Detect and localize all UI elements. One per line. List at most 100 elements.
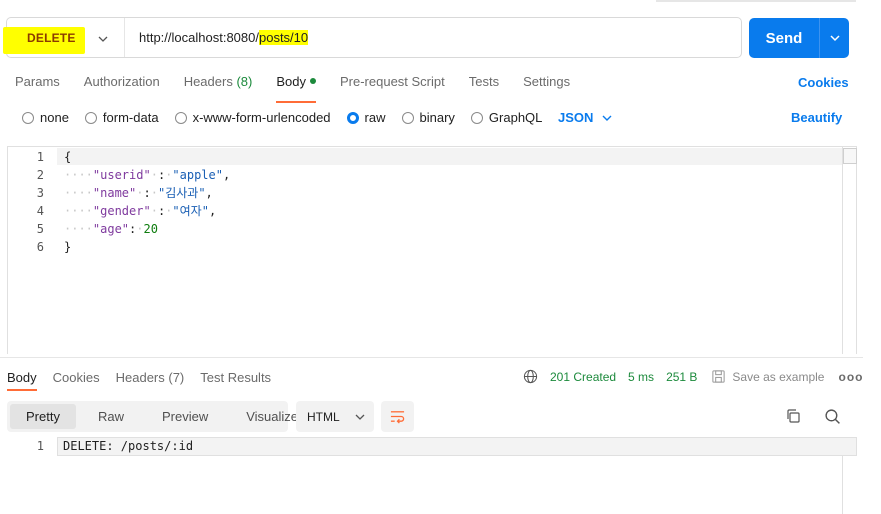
- request-body-code: 1{ 2 ····"userid"·:·"apple", 3 ····"name"·…: [0, 148, 230, 256]
- send-options-button[interactable]: [820, 32, 849, 44]
- code-text: ····"age":·20: [64, 222, 158, 236]
- url-path: posts/10: [258, 30, 309, 45]
- radio-none[interactable]: none: [22, 110, 69, 125]
- response-text-content: DELETE: /posts/:id: [63, 439, 194, 453]
- line-number: 1: [36, 439, 44, 453]
- tab-prerequest-script[interactable]: Pre-request Script: [340, 74, 445, 98]
- radio-urlencoded[interactable]: x-www-form-urlencoded: [174, 110, 331, 125]
- wrap-lines-icon: [390, 411, 405, 424]
- response-tab-body[interactable]: Body: [7, 370, 37, 391]
- radio-raw-label: raw: [364, 110, 386, 125]
- line-number: 5: [36, 222, 44, 236]
- radio-graphql-label: GraphQL: [488, 110, 543, 125]
- line-number: 6: [36, 240, 44, 254]
- radio-circle: [401, 111, 414, 124]
- response-status-bar: 201 Created 5 ms 251 B Save as example o…: [523, 369, 863, 384]
- radio-binary-label: binary: [419, 110, 455, 125]
- json-key: "userid": [92, 168, 151, 182]
- radio-binary[interactable]: binary: [401, 110, 455, 125]
- response-size[interactable]: 251 B: [666, 370, 697, 384]
- json-value: 20: [143, 222, 158, 236]
- beautify-button[interactable]: Beautify: [791, 110, 842, 125]
- radio-circle-selected: [346, 111, 359, 124]
- code-text: }: [64, 238, 71, 256]
- json-key: "name": [92, 186, 137, 200]
- cookies-link[interactable]: Cookies: [798, 75, 849, 90]
- json-value: "여자": [172, 204, 209, 218]
- json-key: "age": [92, 222, 130, 236]
- save-as-example-button[interactable]: Save as example: [711, 369, 824, 384]
- language-label: JSON: [558, 110, 594, 125]
- code-line: 4 ····"gender"·:·"여자",: [0, 202, 230, 220]
- tab-headers[interactable]: Headers (8): [184, 74, 253, 98]
- response-format-label: HTML: [307, 409, 340, 424]
- tab-authorization[interactable]: Authorization: [84, 74, 160, 98]
- radio-circle: [470, 111, 483, 124]
- method-select[interactable]: DELETE: [3, 18, 125, 57]
- method-label: DELETE: [27, 30, 76, 45]
- globe-icon[interactable]: [523, 369, 538, 384]
- line-number: 2: [36, 168, 44, 182]
- code-line: 1{: [0, 148, 230, 166]
- code-text: ····"name"·:·"김사과",: [64, 186, 213, 200]
- view-tab-raw[interactable]: Raw: [82, 404, 140, 429]
- editor-scrollbar[interactable]: [842, 146, 857, 354]
- tab-settings[interactable]: Settings: [523, 74, 570, 98]
- response-tab-headers[interactable]: Headers (7): [116, 370, 185, 385]
- headers-count: (8): [236, 74, 253, 89]
- json-key: "gender": [92, 204, 151, 218]
- view-tab-pretty[interactable]: Pretty: [10, 404, 76, 429]
- more-options-button[interactable]: ooo: [838, 370, 863, 384]
- search-icon[interactable]: [824, 408, 841, 425]
- line-number: 3: [36, 186, 44, 200]
- save-icon: [712, 370, 726, 383]
- radio-form-data[interactable]: form-data: [84, 110, 159, 125]
- response-text: DELETE: /posts/:id: [63, 437, 193, 455]
- send-label: Send: [765, 29, 803, 47]
- line-number: 4: [36, 204, 44, 218]
- pane-divider[interactable]: [0, 357, 863, 358]
- chevron-down-icon: [355, 414, 365, 420]
- chevron-down-icon: [602, 115, 612, 121]
- tab-body-label: Body: [276, 74, 306, 89]
- scrollbar-thumb[interactable]: [843, 148, 857, 164]
- tab-tests[interactable]: Tests: [469, 74, 499, 98]
- response-tab-test-results[interactable]: Test Results: [200, 370, 271, 385]
- open-brace: {: [64, 150, 72, 164]
- tab-body[interactable]: Body: [276, 74, 316, 103]
- tab-headers-label: Headers: [183, 74, 233, 89]
- tab-params[interactable]: Params: [15, 74, 60, 98]
- radio-circle: [174, 111, 187, 124]
- response-scrollbar[interactable]: [842, 456, 857, 514]
- code-line: 3 ····"name"·:·"김사과",: [0, 184, 230, 202]
- request-tabs: Params Authorization Headers (8) Body Pr…: [15, 74, 594, 103]
- radio-graphql[interactable]: GraphQL: [470, 110, 543, 125]
- response-body-code: 1 DELETE: /posts/:id: [0, 437, 193, 455]
- radio-circle: [84, 111, 97, 124]
- response-time[interactable]: 5 ms: [628, 370, 654, 384]
- response-tabs: Body Cookies Headers (7) Test Results: [7, 370, 287, 391]
- copy-icon[interactable]: [785, 408, 801, 424]
- chevron-down-icon: [98, 36, 108, 42]
- wrap-lines-button[interactable]: [381, 401, 414, 432]
- radio-none-label: none: [40, 110, 69, 125]
- url-bar[interactable]: DELETE http://localhost:8080/posts/10: [3, 17, 742, 58]
- response-tab-cookies[interactable]: Cookies: [53, 370, 100, 385]
- url-input[interactable]: http://localhost:8080/posts/10: [139, 30, 309, 45]
- code-text: ····"gender"·:·"여자",: [64, 204, 217, 218]
- language-select[interactable]: JSON: [558, 110, 613, 125]
- view-tab-preview[interactable]: Preview: [146, 404, 224, 429]
- line-number: 1: [36, 150, 44, 164]
- code-text: ····"userid"·:·"apple",: [64, 168, 231, 182]
- chevron-down-icon: [829, 35, 840, 42]
- json-value: "김사과": [157, 186, 206, 200]
- radio-raw[interactable]: raw: [346, 110, 386, 125]
- url-base: http://localhost:8080/: [139, 30, 259, 45]
- code-text: {: [64, 148, 71, 166]
- send-button[interactable]: Send: [749, 18, 849, 58]
- status-code[interactable]: 201 Created: [550, 370, 616, 384]
- code-line: 6}: [0, 238, 230, 256]
- response-format-select[interactable]: HTML: [296, 401, 374, 432]
- save-as-example-label: Save as example: [732, 369, 825, 384]
- body-indicator-dot: [309, 78, 316, 84]
